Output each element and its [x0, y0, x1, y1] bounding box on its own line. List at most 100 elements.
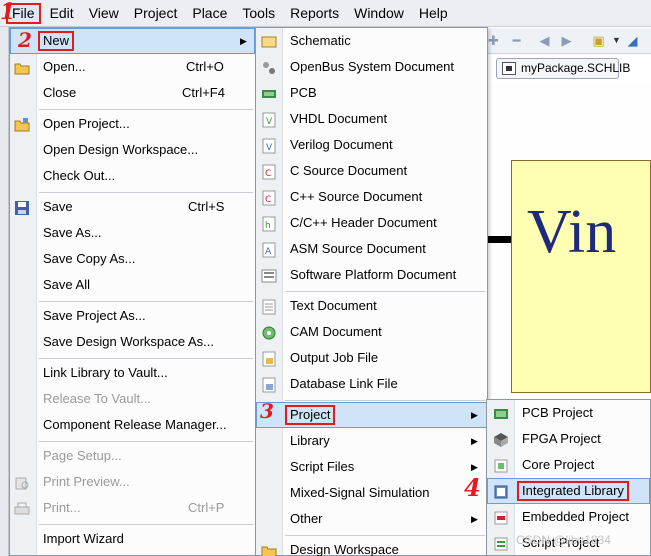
zoom-in-icon[interactable]: ✚ [486, 33, 501, 48]
project-pcb[interactable]: PCB Project [487, 400, 650, 426]
project-embedded[interactable]: Embedded Project [487, 504, 650, 530]
menu-window[interactable]: Window [348, 3, 410, 24]
file-save-workspace-as[interactable]: Save Design Workspace As... [10, 329, 255, 355]
menu-separator [39, 441, 253, 442]
submenu-arrow-icon: ▶ [471, 410, 478, 420]
file-page-setup[interactable]: Page Setup... [10, 443, 255, 469]
new-software-platform[interactable]: Software Platform Document [256, 262, 487, 288]
menu-separator [39, 524, 253, 525]
menu-help[interactable]: Help [413, 3, 454, 24]
menu-view[interactable]: View [83, 3, 125, 24]
project-core[interactable]: Core Project [487, 452, 650, 478]
file-print-preview[interactable]: Print Preview... [10, 469, 255, 495]
new-output-job[interactable]: Output Job File [256, 345, 487, 371]
cam-doc-icon [261, 324, 277, 340]
file-page-setup-label: Page Setup... [43, 448, 122, 463]
new-design-workspace[interactable]: Design Workspace [256, 537, 487, 556]
project-fpga[interactable]: FPGA Project [487, 426, 650, 452]
new-verilog[interactable]: V Verilog Document [256, 132, 487, 158]
svg-text:C: C [265, 195, 271, 205]
zoom-out-icon[interactable]: ━ [509, 33, 524, 48]
file-check-out[interactable]: Check Out... [10, 163, 255, 189]
submenu-arrow-icon: ▶ [471, 514, 478, 524]
watermark: CSDN @libu1834 [516, 533, 611, 547]
chevron-down-icon[interactable]: ▼ [609, 33, 624, 48]
file-save-project-as[interactable]: Save Project As... [10, 303, 255, 329]
vhdl-doc-icon: V [261, 111, 277, 128]
menu-separator [285, 535, 485, 536]
menu-reports[interactable]: Reports [284, 3, 345, 24]
folder-icon[interactable]: ▣ [591, 33, 606, 48]
file-close[interactable]: Close Ctrl+F4 [10, 80, 255, 106]
svg-text:V: V [266, 117, 273, 127]
new-library[interactable]: Library ▶ [256, 428, 487, 454]
document-tab[interactable]: myPackage.SCHLIB [496, 58, 630, 79]
new-c-header[interactable]: h C/C++ Header Document [256, 210, 487, 236]
new-c-header-label: C/C++ Header Document [290, 215, 437, 230]
file-close-label: Close [43, 85, 77, 100]
new-design-workspace-label: Design Workspace [290, 542, 399, 556]
file-print[interactable]: Print... Ctrl+P [10, 495, 255, 521]
project-embedded-label: Embedded Project [522, 509, 629, 524]
new-mixed-signal[interactable]: Mixed-Signal Simulation [256, 480, 487, 506]
back-icon[interactable]: ◀ [537, 33, 552, 48]
menu-separator [39, 192, 253, 193]
file-link-library-label: Link Library to Vault... [43, 365, 168, 380]
new-schematic[interactable]: Schematic [256, 28, 487, 54]
file-new[interactable]: New ▶ [10, 28, 255, 54]
document-tab-label: myPackage.SCHLIB [521, 61, 631, 75]
new-openbus[interactable]: OpenBus System Document [256, 54, 487, 80]
menu-separator [285, 291, 485, 292]
new-software-platform-label: Software Platform Document [290, 267, 457, 282]
new-project[interactable]: Project ▶ [256, 402, 487, 428]
new-text-document[interactable]: Text Document [256, 293, 487, 319]
fpga-project-icon [493, 431, 509, 447]
file-open-workspace[interactable]: Open Design Workspace... [10, 137, 255, 163]
project-integrated-library[interactable]: Integrated Library [487, 478, 650, 504]
file-release-to-vault[interactable]: Release To Vault... [10, 386, 255, 412]
file-component-release-manager[interactable]: Component Release Manager... [10, 412, 255, 438]
file-save-all[interactable]: Save All [10, 272, 255, 298]
file-save-copy-as[interactable]: Save Copy As... [10, 246, 255, 272]
file-link-library[interactable]: Link Library to Vault... [10, 360, 255, 386]
tool-icon[interactable]: ◢ [625, 33, 640, 48]
file-open-project[interactable]: Open Project... [10, 111, 255, 137]
new-vhdl-label: VHDL Document [290, 111, 388, 126]
file-save-workspace-as-label: Save Design Workspace As... [43, 334, 215, 349]
new-script-files[interactable]: Script Files ▶ [256, 454, 487, 480]
menu-place[interactable]: Place [186, 3, 233, 24]
new-cpp-source[interactable]: C C++ Source Document [256, 184, 487, 210]
file-import-wizard[interactable]: Import Wizard [10, 526, 255, 552]
forward-icon[interactable]: ▶ [559, 33, 574, 48]
file-release-to-vault-label: Release To Vault... [43, 391, 151, 406]
file-save-as-label: Save As... [43, 225, 102, 240]
menu-edit[interactable]: Edit [44, 3, 80, 24]
new-database-link[interactable]: Database Link File [256, 371, 487, 397]
open-project-icon [14, 116, 30, 132]
new-other[interactable]: Other ▶ [256, 506, 487, 532]
file-save-as[interactable]: Save As... [10, 220, 255, 246]
new-cam-document-label: CAM Document [290, 324, 382, 339]
new-asm-source-label: ASM Source Document [290, 241, 426, 256]
core-project-icon [493, 457, 509, 473]
left-panel-strip [0, 27, 9, 556]
verilog-doc-icon: V [261, 137, 277, 154]
menu-project[interactable]: Project [128, 3, 184, 24]
file-close-shortcut: Ctrl+F4 [182, 85, 225, 100]
new-script-files-label: Script Files [290, 459, 355, 474]
file-open[interactable]: Open... Ctrl+O [10, 54, 255, 80]
svg-text:A: A [265, 247, 272, 257]
pcb-project-icon [493, 405, 509, 421]
new-asm-source[interactable]: A ASM Source Document [256, 236, 487, 262]
new-pcb[interactable]: PCB [256, 80, 487, 106]
file-save[interactable]: Save Ctrl+S [10, 194, 255, 220]
new-vhdl[interactable]: V VHDL Document [256, 106, 487, 132]
new-openbus-label: OpenBus System Document [290, 59, 455, 74]
file-check-out-label: Check Out... [43, 168, 116, 183]
new-cam-document[interactable]: CAM Document [256, 319, 487, 345]
component-body[interactable] [511, 160, 651, 393]
file-print-label: Print... [43, 500, 81, 515]
menu-tools[interactable]: Tools [236, 3, 281, 24]
submenu-arrow-icon: ▶ [471, 436, 478, 446]
new-c-source[interactable]: C C Source Document [256, 158, 487, 184]
